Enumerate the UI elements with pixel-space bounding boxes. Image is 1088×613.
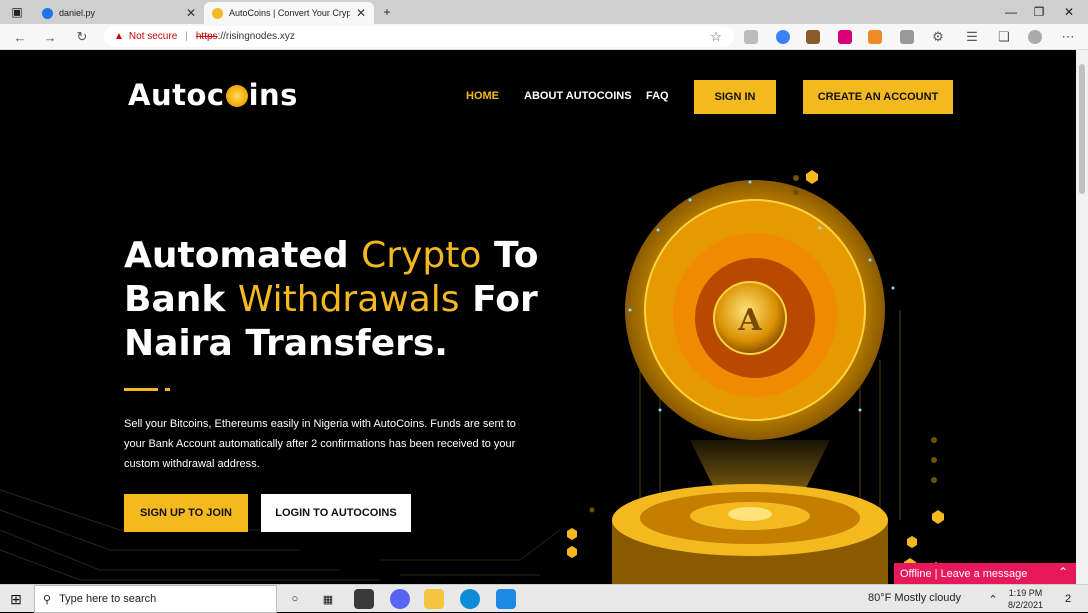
clock[interactable]: 1:19 PM 8/2/2021 — [1008, 587, 1043, 611]
headline-text: For — [459, 279, 538, 320]
extension-icon[interactable] — [838, 30, 852, 44]
hero-headline: Automated Crypto To Bank Withdrawals For… — [124, 234, 564, 366]
favorites-icon[interactable]: ☰ — [964, 29, 980, 45]
windows-taskbar: ⊞ ⚲ Type here to search ○ ▦ 80°F Mostly … — [0, 584, 1088, 613]
hero-description: Sell your Bitcoins, Ethereums easily in … — [124, 418, 516, 470]
headline-text: To — [481, 235, 539, 276]
logo-coin-icon — [225, 85, 248, 107]
collections-icon[interactable]: ❏ — [996, 29, 1012, 45]
sign-up-button[interactable]: SIGN UP TO JOIN — [124, 494, 248, 532]
profile-avatar-icon[interactable] — [1028, 30, 1042, 44]
tab-title: daniel.py — [59, 8, 96, 18]
store-icon[interactable] — [354, 589, 374, 609]
refresh-icon[interactable]: ↻ — [74, 29, 90, 45]
taskbar-search-input[interactable]: ⚲ Type here to search — [34, 585, 277, 613]
url-scheme: https — [195, 31, 218, 42]
notifications-icon[interactable]: 2 — [1058, 589, 1078, 609]
headline-highlight: Crypto — [361, 235, 482, 276]
autocoins-logo[interactable]: Autoc ins — [128, 78, 298, 112]
live-chat-widget[interactable]: Offline | Leave a message ⌃ — [894, 563, 1076, 584]
page-scrollbar[interactable] — [1076, 50, 1088, 584]
windows-start-icon[interactable]: ⊞ — [6, 589, 26, 609]
cortana-icon[interactable]: ○ — [285, 589, 305, 609]
separator: | — [185, 31, 188, 42]
maximize-icon[interactable]: ❐ — [1024, 0, 1054, 24]
headline-text: Naira Transfers. — [124, 323, 448, 364]
nav-about[interactable]: ABOUT AUTOCOINS — [524, 90, 632, 102]
extension-icon[interactable] — [776, 30, 790, 44]
chevron-up-icon[interactable]: ⌃ — [986, 589, 1000, 609]
new-tab-icon[interactable]: + — [372, 0, 402, 24]
tab-actions-icon[interactable]: ▣ — [2, 0, 32, 24]
security-label[interactable]: Not secure — [129, 31, 177, 42]
logo-text: Autoc — [128, 78, 225, 112]
metamask-icon[interactable] — [868, 30, 882, 44]
search-placeholder: Type here to search — [59, 593, 157, 605]
chat-label: Offline | Leave a message — [900, 567, 1028, 580]
more-options-icon[interactable]: ⋯ — [1060, 29, 1076, 45]
scrollbar-thumb[interactable] — [1079, 64, 1085, 194]
task-view-icon[interactable]: ▦ — [318, 589, 338, 609]
file-explorer-icon[interactable] — [424, 589, 444, 609]
address-bar-row: ← → ↻ ▲ Not secure | https ://risingnode… — [0, 24, 1088, 50]
warning-icon: ▲ — [114, 31, 124, 42]
coin-letter: A — [737, 303, 762, 338]
mail-icon[interactable] — [496, 589, 516, 609]
accent-divider — [124, 388, 158, 391]
tab-autocoins[interactable]: AutoCoins | Convert Your Crypto ✕ — [204, 2, 374, 24]
close-tab-icon[interactable]: ✕ — [186, 6, 196, 20]
close-tab-icon[interactable]: ✕ — [356, 6, 366, 20]
chevron-up-icon[interactable]: ⌃ — [1058, 565, 1068, 579]
hero-coin-illustration: A — [567, 170, 944, 584]
edge-browser-icon[interactable] — [460, 589, 480, 609]
extension-icon[interactable] — [806, 30, 820, 44]
logo-text: ins — [248, 78, 298, 112]
tab-daniel-py[interactable]: daniel.py ✕ — [34, 2, 204, 24]
favorite-star-icon[interactable]: ☆ — [708, 29, 724, 45]
discord-icon[interactable] — [390, 589, 410, 609]
search-icon: ⚲ — [43, 593, 52, 606]
weather-widget[interactable]: 80°F Mostly cloudy — [868, 592, 961, 604]
extension-icon[interactable] — [900, 30, 914, 44]
notification-count: 2 — [1064, 593, 1072, 605]
nav-faq[interactable]: FAQ — [646, 90, 669, 102]
create-account-button[interactable]: CREATE AN ACCOUNT — [803, 80, 953, 114]
headline-highlight: Withdrawals — [237, 279, 460, 320]
google-favicon-icon — [42, 7, 53, 19]
clock-time: 1:19 PM — [1008, 588, 1043, 598]
headline-text: Bank — [124, 279, 238, 320]
url-host: ://risingnodes.xyz — [217, 31, 295, 42]
back-icon[interactable]: ← — [12, 29, 28, 45]
forward-icon[interactable]: → — [42, 29, 58, 45]
nav-home[interactable]: HOME — [466, 90, 499, 102]
address-bar[interactable]: ▲ Not secure | https ://risingnodes.xyz — [104, 26, 734, 47]
headline-text: Automated — [124, 235, 362, 276]
sign-in-button[interactable]: SIGN IN — [694, 80, 776, 114]
web-page: Autoc ins HOME ABOUT AUTOCOINS FAQ SIGN I… — [0, 50, 1076, 584]
autocoins-favicon-icon — [212, 7, 223, 19]
browser-tab-bar: ▣ daniel.py ✕ AutoCoins | Convert Your C… — [0, 0, 1088, 24]
close-window-icon[interactable]: ✕ — [1054, 0, 1084, 24]
tab-title: AutoCoins | Convert Your Crypto — [229, 8, 350, 18]
accent-divider-dot — [165, 388, 170, 391]
clock-date: 8/2/2021 — [1008, 600, 1044, 610]
extension-icon[interactable] — [744, 30, 758, 44]
minimize-icon[interactable]: — — [996, 0, 1026, 24]
login-button[interactable]: LOGIN TO AUTOCOINS — [261, 494, 411, 532]
extensions-puzzle-icon[interactable]: ⚙ — [930, 29, 946, 45]
